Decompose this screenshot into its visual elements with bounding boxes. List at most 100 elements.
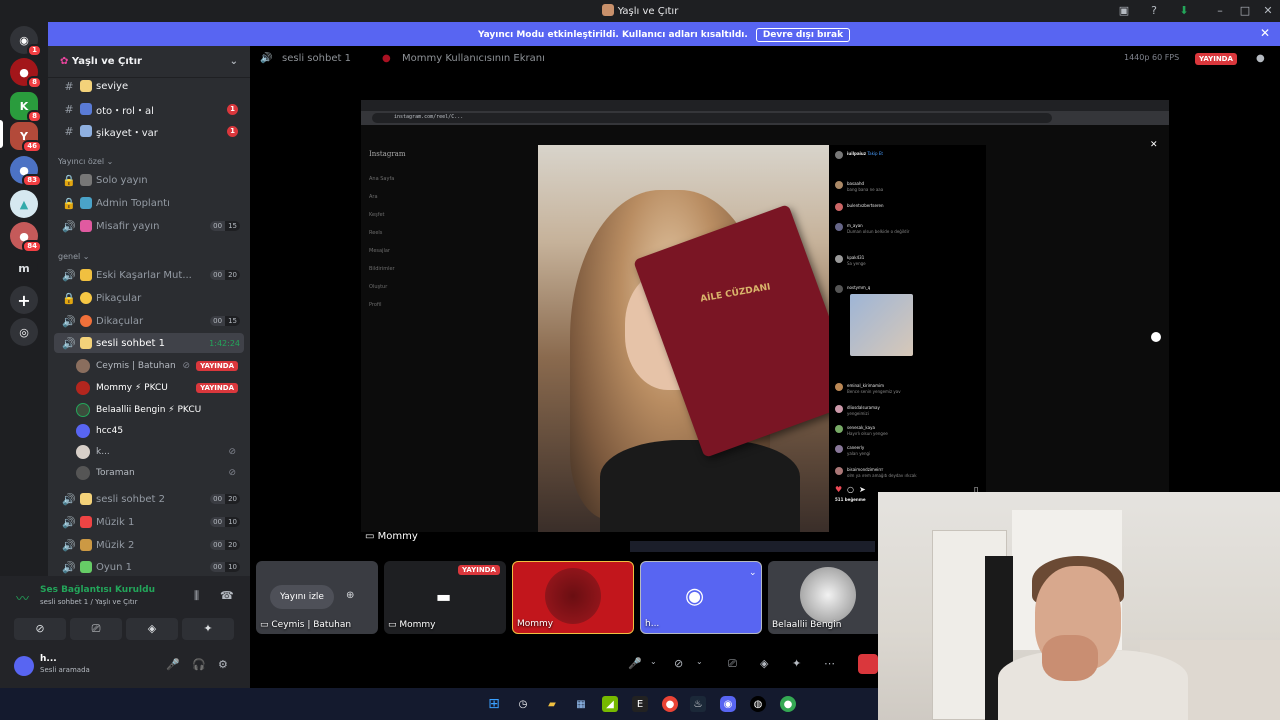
steam-icon[interactable]: ♨ bbox=[690, 696, 706, 712]
clock-app-icon[interactable]: ◷ bbox=[515, 696, 531, 712]
comment-item[interactable]: iuilpaiuz Takip Et bbox=[835, 151, 980, 165]
avatar[interactable] bbox=[14, 656, 34, 676]
obs-icon[interactable]: ◍ bbox=[750, 696, 766, 712]
channel-sesli-sohbet-2[interactable]: 🔊 sesli sohbet 2 00 20 bbox=[54, 489, 244, 509]
server-icon[interactable]: ● 84 bbox=[10, 222, 42, 253]
mic-icon[interactable]: 🎤 bbox=[628, 657, 642, 670]
comment-item[interactable]: dliosdalsuramay yengeimizi bbox=[835, 405, 980, 419]
voice-connected-title[interactable]: Ses Bağlantısı Kuruldu bbox=[40, 585, 155, 595]
channel-seviye[interactable]: # seviye bbox=[54, 76, 244, 96]
channel-pikacular[interactable]: 🔒 Pikaçular bbox=[54, 288, 244, 308]
participant-tile[interactable]: Mommy bbox=[512, 561, 634, 634]
inbox-icon[interactable]: ▣ bbox=[1116, 3, 1132, 19]
comment-item[interactable]: kpak431 Sa yenge bbox=[835, 255, 980, 269]
maximize-button[interactable]: □ bbox=[1237, 3, 1253, 19]
soundboard-button[interactable]: ✦ bbox=[182, 618, 234, 640]
server-header[interactable]: ✿ Yaşlı ve Çıtır ⌄ bbox=[48, 46, 250, 78]
video-off-button[interactable]: ⊘ bbox=[14, 618, 66, 640]
activities-button[interactable]: ◈ bbox=[126, 618, 178, 640]
channel-dikacular[interactable]: 🔊 Dikaçular 00 15 bbox=[54, 311, 244, 331]
epic-games-icon[interactable]: E bbox=[632, 696, 648, 712]
server-icon[interactable]: ● 83 bbox=[10, 156, 42, 187]
watch-stream-button[interactable]: Yayını izle bbox=[270, 585, 334, 609]
participant-tile[interactable]: Yayını izle ⊕ ▭ Ceymis | Batuhan bbox=[256, 561, 378, 634]
voice-user[interactable]: hcc45 bbox=[76, 422, 242, 440]
comment-item[interactable]: eminal_kirimamim Bence senin yengemiz yav bbox=[835, 383, 980, 397]
stage-channel-name[interactable]: sesli sohbet 1 bbox=[282, 53, 351, 64]
participant-tile[interactable]: ◉ ⌄ h... bbox=[640, 561, 762, 634]
channel-sesli-sohbet-1[interactable]: 🔊 sesli sohbet 1 1:42:24 bbox=[54, 333, 244, 353]
follow-link[interactable]: Takip Et bbox=[867, 151, 883, 156]
channel-misafir-yayin[interactable]: 🔊 Misafir yayın 00 15 bbox=[54, 216, 244, 236]
chat-icon[interactable]: ● bbox=[1256, 53, 1265, 64]
mic-icon[interactable]: 🎤 bbox=[166, 658, 180, 671]
settings-gear-icon[interactable]: ⚙ bbox=[218, 658, 228, 671]
more-icon[interactable]: ⋯ bbox=[824, 657, 835, 670]
server-icon[interactable]: K8 bbox=[10, 92, 42, 123]
disable-streamer-mode-button[interactable]: Devre dışı bırak bbox=[755, 28, 851, 42]
soundboard-icon[interactable]: ✦ bbox=[792, 657, 801, 670]
comment-icon[interactable]: ○ bbox=[847, 485, 854, 494]
store-icon[interactable]: ▦ bbox=[573, 696, 589, 712]
headphones-icon[interactable]: 🎧 bbox=[192, 658, 206, 671]
channel-admin-toplanti[interactable]: 🔒 Admin Toplantı bbox=[54, 193, 244, 213]
windows-start-icon[interactable]: ⊞ bbox=[486, 696, 502, 712]
noise-suppression-icon[interactable]: ⫼ bbox=[194, 589, 199, 603]
comment-image[interactable] bbox=[850, 294, 913, 356]
help-icon[interactable]: ? bbox=[1146, 3, 1162, 19]
minimize-button[interactable]: – bbox=[1212, 3, 1228, 19]
comment-item[interactable]: basaahd bang bana ne aaa bbox=[835, 181, 980, 195]
close-window-button[interactable]: ✕ bbox=[1260, 3, 1276, 19]
discord-taskbar-icon[interactable]: ◉ bbox=[720, 696, 736, 712]
channel-muzik-2[interactable]: 🔊 Müzik 2 00 20 bbox=[54, 535, 244, 555]
share-icon[interactable]: ➤ bbox=[859, 485, 866, 494]
channel-muzik-1[interactable]: 🔊 Müzik 1 00 10 bbox=[54, 512, 244, 532]
server-icon[interactable]: ▲ bbox=[10, 190, 38, 218]
chevron-down-icon[interactable]: ⌄ bbox=[749, 568, 757, 578]
category-general[interactable]: genel ⌄ bbox=[58, 252, 89, 261]
browser-icon[interactable]: ● bbox=[780, 696, 796, 712]
chevron-down-icon[interactable]: ⌄ bbox=[696, 657, 703, 666]
voice-user[interactable]: Belaallii Bengin ⚡ PKCU bbox=[76, 401, 242, 419]
ig-nav-item[interactable]: Profil bbox=[369, 302, 381, 308]
participant-tile[interactable]: Belaallii Bengin bbox=[768, 561, 890, 634]
voice-user[interactable]: Ceymis | Batuhan ⊘ YAYINDA bbox=[76, 357, 242, 375]
comment-item[interactable]: caneerly yalan yengi bbox=[835, 445, 980, 459]
server-icon[interactable]: ● 8 bbox=[10, 58, 42, 89]
comment-item[interactable]: bisaimondzimeirrr olm ya ırem amağıtı dey… bbox=[835, 467, 980, 481]
address-bar[interactable]: instagram.com/reel/C... bbox=[372, 113, 1052, 123]
file-explorer-icon[interactable]: ▰ bbox=[544, 696, 560, 712]
voice-user[interactable]: Toraman ⊘ bbox=[76, 464, 242, 482]
participant-tile[interactable]: YAYINDA ▬ ▭ Mommy bbox=[384, 561, 506, 634]
leave-call-button[interactable] bbox=[858, 654, 878, 674]
comment-item[interactable]: senesak_kaya Hayırlı olsun yengee bbox=[835, 425, 980, 439]
add-server-icon[interactable]: + bbox=[10, 286, 38, 314]
voice-connected-subtitle[interactable]: sesli sohbet 1 / Yaşlı ve Çıtır bbox=[40, 598, 138, 606]
selected-server-icon[interactable]: Y 46 bbox=[10, 122, 42, 153]
voice-user[interactable]: Mommy ⚡ PKCU YAYINDA bbox=[76, 379, 242, 397]
ig-nav-item[interactable]: Oluştur bbox=[369, 284, 387, 290]
close-banner-icon[interactable]: ✕ bbox=[1260, 26, 1270, 40]
nvidia-icon[interactable]: ◢ bbox=[602, 696, 618, 712]
channel-solo-yayin[interactable]: 🔒 Solo yayın bbox=[54, 170, 244, 190]
comment-item[interactable]: bulentvzbertseren bbox=[835, 203, 980, 217]
voice-user[interactable]: k... ⊘ bbox=[76, 443, 242, 461]
ig-nav-item[interactable]: Keşfet bbox=[369, 212, 385, 218]
ig-nav-item[interactable]: Mesajlar bbox=[369, 248, 390, 254]
download-update-icon[interactable]: ⬇ bbox=[1176, 3, 1192, 19]
category-private[interactable]: Yayıncı özel ⌄ bbox=[58, 157, 113, 166]
next-post-icon[interactable] bbox=[1151, 332, 1161, 342]
chevron-down-icon[interactable]: ⌄ bbox=[650, 657, 657, 666]
heart-icon[interactable]: ♥ bbox=[835, 485, 842, 494]
channel-oto-rol-al[interactable]: # oto・rol・al 1 bbox=[54, 99, 244, 119]
ig-nav-item[interactable]: Ana Sayfa bbox=[369, 176, 394, 182]
ig-nav-item[interactable]: Reels bbox=[369, 230, 382, 236]
ig-nav-item[interactable]: Ara bbox=[369, 194, 378, 200]
screen-share-icon[interactable]: ⎚ bbox=[728, 657, 737, 671]
screen-share-button[interactable]: ⎚ bbox=[70, 618, 122, 640]
channel-sikayet-var[interactable]: # şikayet・var 1 bbox=[54, 121, 244, 141]
server-icon-m[interactable]: m bbox=[10, 254, 38, 282]
discover-icon[interactable]: ◎ bbox=[10, 318, 38, 346]
ig-nav-item[interactable]: Bildirimler bbox=[369, 266, 395, 272]
activities-icon[interactable]: ◈ bbox=[760, 657, 768, 670]
